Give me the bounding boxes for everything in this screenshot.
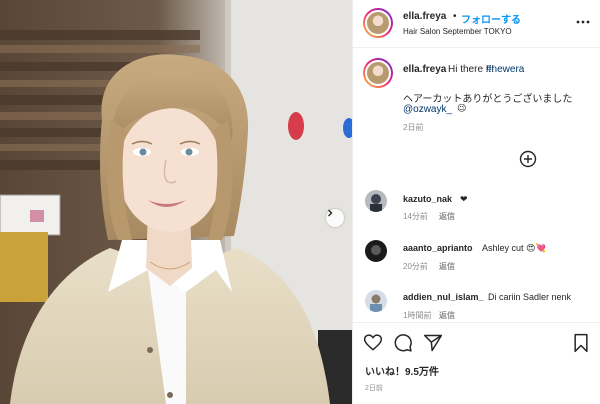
follow-button[interactable]: フォローする — [461, 11, 521, 26]
caption-avatar[interactable] — [363, 58, 393, 88]
comment-text: Ashley cut 😍💘 — [482, 243, 547, 253]
bookmark-icon[interactable] — [571, 333, 591, 353]
comment-username[interactable]: aaanto_aprianto — [403, 243, 473, 253]
caption-mention[interactable]: @ozwayk_ — [403, 104, 452, 115]
comment-text: Di cariin Sadler nenk — [488, 292, 572, 302]
post-sidebar: ella.freya • フォローする Hair Salon September… — [352, 0, 600, 404]
comment-avatar[interactable] — [365, 190, 387, 212]
comment-time: 1時間前 — [403, 311, 432, 320]
instagram-post: ella.freya • フォローする Hair Salon September… — [0, 0, 600, 404]
caption-emoji: 😉 — [457, 103, 467, 113]
comment-username[interactable]: addien_nul_islam_ — [403, 292, 484, 302]
post-photo[interactable] — [0, 0, 352, 404]
comment-icon[interactable] — [393, 333, 413, 353]
header-separator: • — [453, 11, 457, 22]
comment-avatar[interactable] — [365, 290, 387, 312]
comment-time: 20分前 — [403, 262, 428, 271]
post-age: 2日前 — [365, 385, 383, 392]
caption-username[interactable]: ella.freya — [403, 64, 446, 75]
comment-reply-button[interactable]: 返信 — [439, 261, 455, 272]
comment-time: 14分前 — [403, 212, 428, 221]
more-options-icon[interactable] — [575, 14, 591, 30]
comment-avatar[interactable] — [365, 240, 387, 262]
heart-icon[interactable] — [363, 333, 383, 353]
post-header: ella.freya • フォローする Hair Salon September… — [353, 0, 600, 48]
author-avatar[interactable] — [363, 8, 393, 38]
comment-text: ❤ — [460, 194, 468, 204]
post-location[interactable]: Hair Salon September TOKYO — [403, 27, 512, 36]
post-actions: いいね！9.5万件 2日前 — [353, 322, 600, 404]
caption-time: 2日前 — [403, 123, 424, 132]
next-image-button[interactable] — [326, 209, 344, 227]
caption-line2: ヘアーカットありがとうございました — [403, 94, 573, 105]
comment-reply-button[interactable]: 返信 — [439, 310, 455, 321]
add-circle-icon[interactable] — [519, 150, 537, 168]
author-username[interactable]: ella.freya — [403, 11, 446, 22]
comment-reply-button[interactable]: 返信 — [439, 211, 455, 222]
send-icon[interactable] — [423, 333, 443, 353]
like-count[interactable]: いいね！9.5万件 — [365, 363, 439, 378]
post-image — [0, 0, 352, 404]
chevron-right-icon — [328, 209, 333, 217]
caption-hashtag[interactable]: #newera — [486, 64, 524, 75]
comment-username[interactable]: kazuto_nak — [403, 194, 452, 204]
